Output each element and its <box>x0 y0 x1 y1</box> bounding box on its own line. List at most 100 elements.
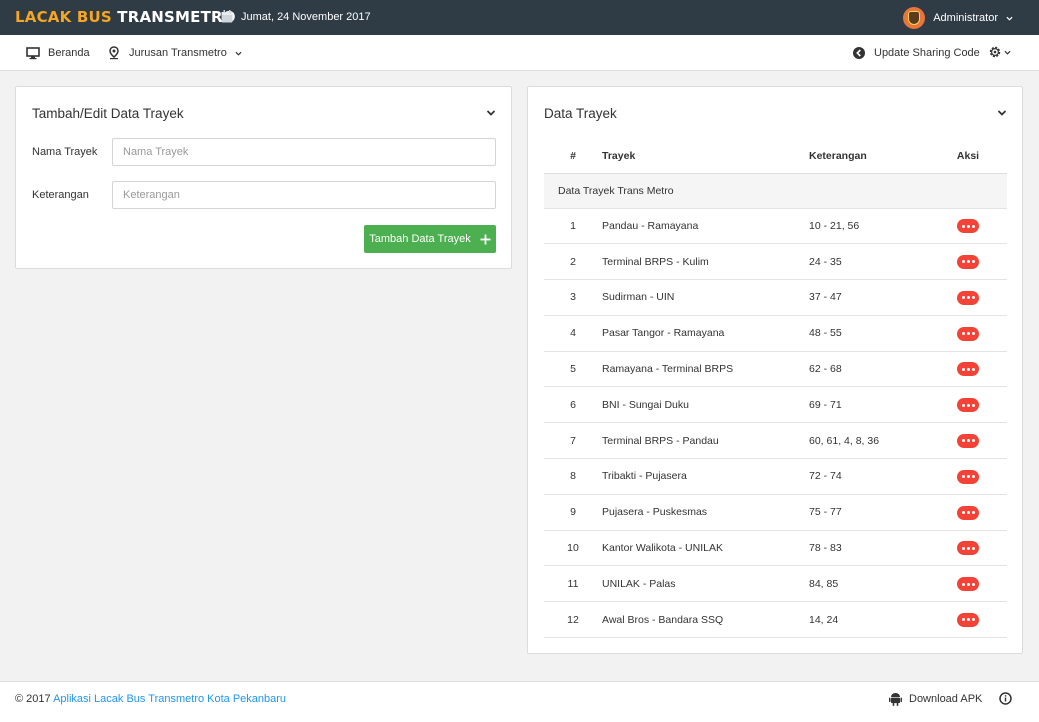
row-no: 3 <box>544 279 602 316</box>
current-date: Jumat, 24 November 2017 <box>221 10 371 23</box>
nama-trayek-label: Nama Trayek <box>32 146 98 158</box>
tambah-data-trayek-button[interactable]: Tambah Data Trayek <box>364 225 496 253</box>
android-icon <box>889 693 902 706</box>
dot-icon <box>961 439 965 443</box>
dot-icon <box>966 546 970 550</box>
dot-icon <box>966 367 970 371</box>
row-no: 6 <box>544 386 602 424</box>
dot-icon <box>961 582 965 586</box>
row-aksi <box>929 351 1007 388</box>
dot-icon <box>971 296 975 300</box>
avatar-emblem-icon <box>908 11 921 25</box>
row-aksi <box>929 386 1007 424</box>
row-aksi <box>929 530 1007 567</box>
row-no: 12 <box>544 601 602 639</box>
more-actions-button[interactable] <box>957 398 979 413</box>
more-actions-button[interactable] <box>957 505 979 520</box>
user-menu[interactable]: Administrator <box>903 7 1013 29</box>
more-actions-button[interactable] <box>957 326 979 341</box>
footer: © 2017 Aplikasi Lacak Bus Transmetro Kot… <box>0 681 1039 722</box>
more-actions-button[interactable] <box>957 577 979 592</box>
group-label: Data Trayek Trans Metro <box>544 173 1007 209</box>
dot-icon <box>971 403 975 407</box>
col-header-aksi: Aksi <box>929 139 1007 174</box>
dot-icon <box>971 224 975 228</box>
more-actions-button[interactable] <box>957 469 979 484</box>
more-actions-button[interactable] <box>957 362 979 377</box>
info-icon[interactable] <box>999 692 1012 705</box>
table-row: 2 Terminal BRPS - Kulim 24 - 35 <box>544 243 1007 281</box>
dot-icon <box>961 475 965 479</box>
col-header-no: # <box>544 139 602 174</box>
dot-icon <box>966 475 970 479</box>
app-brand[interactable]: LACAK BUS TRANSMETRO <box>15 8 236 26</box>
row-no: 8 <box>544 458 602 495</box>
row-trayek: Pasar Tangor - Ramayana <box>602 315 809 352</box>
row-keterangan: 72 - 74 <box>809 458 929 495</box>
dot-icon <box>966 224 970 228</box>
plus-icon <box>480 234 491 244</box>
dot-icon <box>971 511 975 515</box>
table-row: 7 Terminal BRPS - Pandau 60, 61, 4, 8, 36 <box>544 422 1007 460</box>
copyright-text: © 2017 <box>15 693 51 705</box>
dot-icon <box>971 546 975 550</box>
dot-icon <box>966 296 970 300</box>
row-trayek: Kantor Walikota - UNILAK <box>602 530 809 567</box>
form-card-title: Tambah/Edit Data Trayek <box>32 106 184 121</box>
dot-icon <box>966 403 970 407</box>
row-keterangan: 84, 85 <box>809 565 929 603</box>
row-keterangan: 60, 61, 4, 8, 36 <box>809 422 929 460</box>
row-trayek: Terminal BRPS - Kulim <box>602 243 809 281</box>
dot-icon <box>966 260 970 264</box>
row-keterangan: 69 - 71 <box>809 386 929 424</box>
brand-part-2: TRANSMETRO <box>117 8 236 26</box>
row-keterangan: 24 - 35 <box>809 243 929 281</box>
gear-icon <box>989 46 1001 58</box>
dot-icon <box>971 332 975 336</box>
nav-beranda[interactable]: Beranda <box>26 46 90 60</box>
dot-icon <box>961 403 965 407</box>
collapse-chevron-icon[interactable] <box>996 107 1008 119</box>
settings-menu[interactable] <box>988 45 1011 59</box>
dot-icon <box>961 511 965 515</box>
more-actions-button[interactable] <box>957 541 979 556</box>
col-header-trayek: Trayek <box>602 139 809 174</box>
dot-icon <box>971 439 975 443</box>
dot-icon <box>966 618 970 622</box>
download-apk-link[interactable]: Download APK <box>889 692 982 706</box>
row-no: 7 <box>544 422 602 460</box>
dot-icon <box>966 439 970 443</box>
dot-icon <box>961 296 965 300</box>
row-aksi <box>929 422 1007 460</box>
table-row: 11 UNILAK - Palas 84, 85 <box>544 565 1007 603</box>
table-row: 5 Ramayana - Terminal BRPS 62 - 68 <box>544 351 1007 388</box>
row-keterangan: 10 - 21, 56 <box>809 208 929 245</box>
avatar <box>903 7 926 29</box>
footer-app-link[interactable]: Aplikasi Lacak Bus Transmetro Kota Pekan… <box>53 693 286 705</box>
more-actions-button[interactable] <box>957 433 979 448</box>
table-header-row: # Trayek Keterangan Aksi <box>544 139 1007 174</box>
collapse-chevron-icon[interactable] <box>485 107 497 119</box>
main-nav: Beranda Jurusan Transmetro Update Sharin… <box>0 35 1039 71</box>
dot-icon <box>961 367 965 371</box>
more-actions-button[interactable] <box>957 219 979 234</box>
footer-copyright: © 2017 Aplikasi Lacak Bus Transmetro Kot… <box>15 693 286 705</box>
download-apk-label: Download APK <box>909 693 983 705</box>
more-actions-button[interactable] <box>957 612 979 627</box>
nav-update-sharing-code[interactable]: Update Sharing Code <box>852 46 980 60</box>
nama-trayek-input[interactable] <box>112 138 496 166</box>
calendar-icon <box>221 10 233 23</box>
keterangan-input[interactable] <box>112 181 496 209</box>
chevron-down-icon <box>1006 16 1013 21</box>
monitor-icon <box>26 47 40 60</box>
row-aksi <box>929 601 1007 639</box>
more-actions-button[interactable] <box>957 290 979 305</box>
row-trayek: Sudirman - UIN <box>602 279 809 316</box>
map-pin-icon <box>109 46 119 60</box>
row-no: 10 <box>544 530 602 567</box>
row-aksi <box>929 565 1007 603</box>
nav-jurusan-transmetro[interactable]: Jurusan Transmetro <box>107 46 242 60</box>
table-row: 8 Tribakti - Pujasera 72 - 74 <box>544 458 1007 495</box>
table-card-title: Data Trayek <box>544 106 617 121</box>
more-actions-button[interactable] <box>957 254 979 269</box>
